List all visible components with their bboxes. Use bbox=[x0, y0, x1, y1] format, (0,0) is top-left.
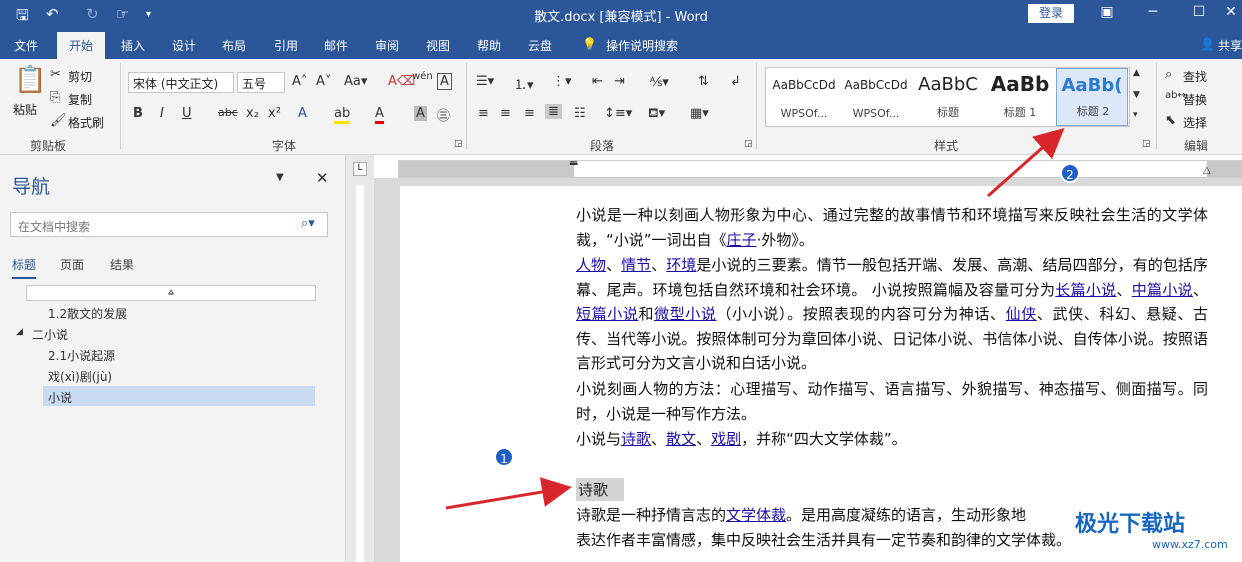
step-badge-2: 2 bbox=[1060, 163, 1080, 183]
watermark-logo: 极光下载站 bbox=[1075, 512, 1186, 537]
arrow-to-heading bbox=[445, 477, 572, 510]
watermark-url: www.xz7.com bbox=[1152, 538, 1228, 551]
step-badge-1: 1 bbox=[494, 447, 514, 467]
arrow-to-heading-2-style bbox=[987, 128, 1065, 198]
annotation-arrows bbox=[445, 128, 1065, 510]
